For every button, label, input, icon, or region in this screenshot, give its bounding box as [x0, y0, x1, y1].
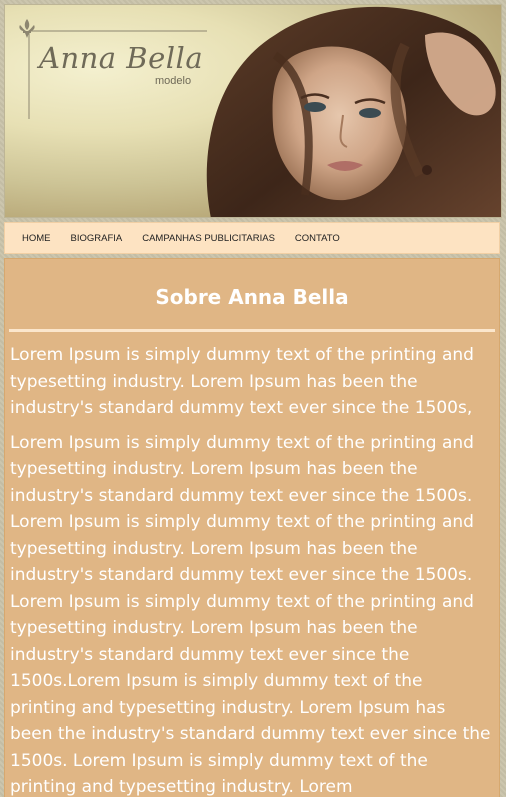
intro-paragraph: Lorem Ipsum is simply dummy text of the … [10, 345, 474, 418]
main-content: Sobre Anna Bella Lorem Ipsum is simply d… [4, 258, 500, 797]
fleur-de-lis-icon [19, 19, 35, 38]
title-divider [9, 329, 495, 332]
nav-item-biografia[interactable]: BIOGRAFIA [71, 233, 123, 244]
nav-item-home[interactable]: HOME [22, 233, 51, 244]
main-navigation: HOME BIOGRAFIA CAMPANHAS PUBLICITARIAS C… [4, 222, 500, 254]
logo-subtitle: modelo [155, 75, 192, 87]
page-title: Sobre Anna Bella [155, 285, 349, 309]
nav-item-campanhas-publicitarias[interactable]: CAMPANHAS PUBLICITARIAS [142, 233, 275, 244]
page: Anna Bella modelo HOME BIOGRAFIA CAMPANH… [0, 0, 506, 797]
header-banner: Anna Bella modelo [4, 4, 502, 218]
nav-item-contato[interactable]: CONTATO [295, 233, 340, 244]
body-paragraph: Lorem Ipsum is simply dummy text of the … [10, 432, 491, 797]
logo-title: Anna Bella [39, 41, 204, 75]
